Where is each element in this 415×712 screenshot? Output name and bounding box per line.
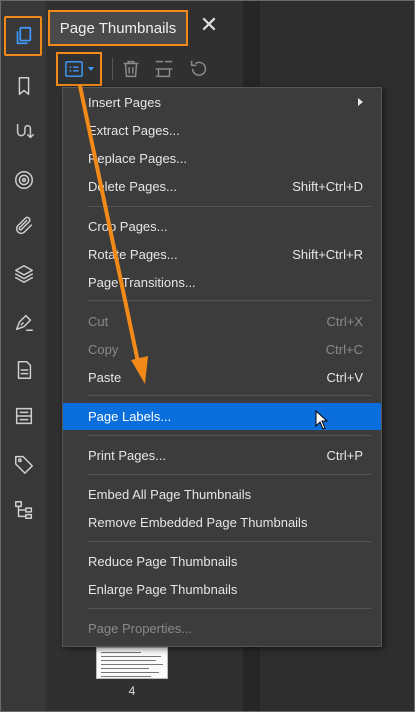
pen-sign-icon[interactable]: [1, 307, 46, 337]
close-panel-button[interactable]: ✕: [198, 14, 220, 38]
page-thumbnail[interactable]: [96, 647, 168, 679]
menu-separator: [88, 206, 371, 207]
options-list-icon: [64, 60, 84, 78]
page-number-label: 4: [128, 684, 136, 698]
menu-item-print-pages[interactable]: Print Pages... Ctrl+P: [63, 443, 381, 467]
options-context-menu: Insert Pages Extract Pages... Replace Pa…: [62, 87, 382, 647]
menu-item-copy[interactable]: Copy Ctrl+C: [63, 337, 381, 361]
menu-separator: [88, 541, 371, 542]
menu-separator: [88, 474, 371, 475]
menu-item-crop-pages[interactable]: Crop Pages...: [63, 214, 381, 238]
compare-icon[interactable]: [1, 401, 46, 431]
crop-page-button[interactable]: [153, 58, 175, 80]
menu-item-extract-pages[interactable]: Extract Pages...: [63, 118, 381, 142]
paperclip-icon[interactable]: [1, 211, 46, 241]
menu-item-label: Page Transitions...: [88, 274, 196, 290]
bookmark-icon[interactable]: [1, 71, 46, 101]
menu-item-label: Cut: [88, 313, 109, 329]
signature-path-icon[interactable]: [1, 117, 46, 147]
menu-item-paste[interactable]: Paste Ctrl+V: [63, 365, 381, 389]
menu-item-page-properties[interactable]: Page Properties...: [63, 616, 381, 640]
menu-separator: [88, 300, 371, 301]
menu-item-label: Delete Pages...: [88, 178, 177, 194]
menu-item-label: Insert Pages: [88, 94, 161, 110]
rotate-icon: [188, 60, 210, 83]
menu-item-delete-pages[interactable]: Delete Pages... Shift+Ctrl+D: [63, 174, 381, 198]
menu-shortcut: Shift+Ctrl+R: [292, 246, 363, 262]
mouse-cursor-icon: [315, 410, 329, 430]
menu-item-label: Rotate Pages...: [88, 246, 178, 262]
page-split-icon: [153, 60, 175, 83]
chevron-down-icon: [88, 67, 94, 71]
toolbar-divider: [112, 58, 113, 80]
menu-item-label: Crop Pages...: [88, 218, 168, 234]
menu-item-page-labels[interactable]: Page Labels...: [63, 403, 381, 430]
menu-item-cut[interactable]: Cut Ctrl+X: [63, 309, 381, 333]
left-icon-rail: [1, 1, 46, 711]
menu-item-replace-pages[interactable]: Replace Pages...: [63, 146, 381, 170]
document-icon[interactable]: [1, 355, 46, 385]
menu-item-label: Paste: [88, 369, 122, 385]
target-icon[interactable]: [1, 165, 46, 195]
options-menu-button[interactable]: [56, 52, 102, 86]
tag-icon[interactable]: [1, 449, 46, 479]
menu-separator: [88, 608, 371, 609]
menu-item-reduce-thumbnails[interactable]: Reduce Page Thumbnails: [63, 549, 381, 573]
panel-title-box: Page Thumbnails: [48, 10, 188, 46]
panel-title: Page Thumbnails: [59, 19, 177, 37]
menu-item-label: Reduce Page Thumbnails: [88, 553, 238, 569]
layers-icon[interactable]: [1, 259, 46, 289]
menu-item-embed-thumbnails[interactable]: Embed All Page Thumbnails: [63, 482, 381, 506]
menu-item-label: Print Pages...: [88, 447, 167, 463]
page-thumbnails-icon: [12, 25, 34, 47]
menu-shortcut: Ctrl+X: [326, 313, 363, 329]
menu-separator: [88, 435, 371, 436]
menu-item-remove-embedded-thumbnails[interactable]: Remove Embedded Page Thumbnails: [63, 510, 381, 534]
menu-item-rotate-pages[interactable]: Rotate Pages... Shift+Ctrl+R: [63, 242, 381, 266]
menu-item-insert-pages[interactable]: Insert Pages: [63, 90, 381, 114]
menu-shortcut: Ctrl+V: [326, 369, 363, 385]
page-thumbnails-tab[interactable]: [4, 16, 42, 56]
menu-item-label: Enlarge Page Thumbnails: [88, 581, 238, 597]
menu-item-label: Remove Embedded Page Thumbnails: [88, 514, 308, 530]
rotate-page-button[interactable]: [188, 58, 210, 80]
menu-item-label: Embed All Page Thumbnails: [88, 486, 252, 502]
menu-shortcut: Shift+Ctrl+D: [292, 178, 363, 194]
menu-item-label: Copy: [88, 341, 119, 357]
menu-item-page-transitions[interactable]: Page Transitions...: [63, 270, 381, 294]
submenu-arrow-icon: [358, 98, 363, 106]
trash-icon: [120, 60, 142, 83]
menu-item-enlarge-thumbnails[interactable]: Enlarge Page Thumbnails: [63, 577, 381, 601]
delete-page-button[interactable]: [120, 58, 142, 80]
menu-item-label: Page Properties...: [88, 620, 193, 636]
menu-item-label: Extract Pages...: [88, 122, 180, 138]
menu-shortcut: Ctrl+P: [326, 447, 363, 463]
menu-item-label: Replace Pages...: [88, 150, 188, 166]
menu-shortcut: Ctrl+C: [325, 341, 363, 357]
menu-separator: [88, 395, 371, 396]
tree-structure-icon[interactable]: [1, 495, 46, 525]
